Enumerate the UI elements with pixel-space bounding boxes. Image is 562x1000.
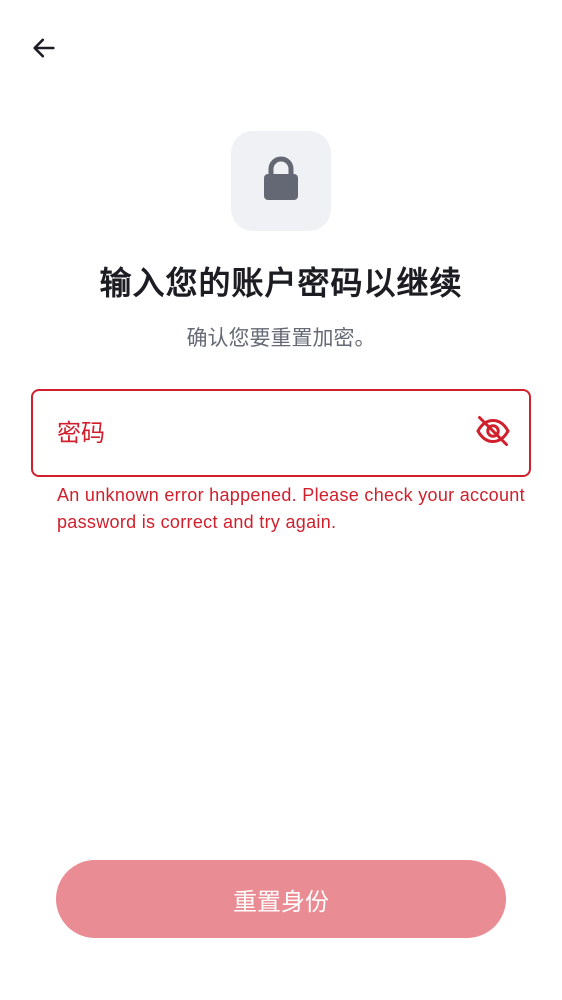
password-field [31, 389, 531, 477]
back-button[interactable] [24, 30, 64, 70]
page-subtitle: 确认您要重置加密。 [186, 326, 376, 350]
lock-icon [261, 156, 301, 206]
password-input[interactable] [57, 391, 457, 475]
lock-icon-tile [231, 131, 331, 231]
arrow-left-icon [30, 34, 58, 66]
page-title: 输入您的账户密码以继续 [99, 264, 463, 302]
password-visibility-toggle[interactable] [473, 413, 513, 453]
eye-off-icon [475, 413, 511, 453]
reset-identity-button[interactable]: 重置身份 [56, 860, 506, 938]
password-error-message: An unknown error happened. Please check … [57, 485, 525, 532]
